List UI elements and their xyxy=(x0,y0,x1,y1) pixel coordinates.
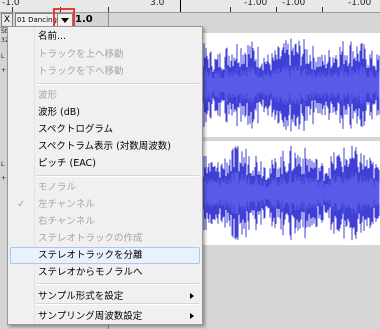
menu-item[interactable]: モノラル xyxy=(10,179,200,196)
menu-item-label: 左チャンネル xyxy=(38,199,95,210)
menu-item-label: 波形 xyxy=(38,90,58,101)
track-info-line: + xyxy=(1,175,7,182)
menu-item-label: ステレオトラックの作成 xyxy=(38,233,143,244)
menu-item[interactable]: ステレオからモノラルへ xyxy=(10,264,200,281)
menu-item[interactable]: 波形 (dB) xyxy=(10,104,200,121)
menu-item[interactable]: サンプリング周波数設定 xyxy=(10,308,200,325)
menu-item[interactable]: ✓ 左チャンネル xyxy=(10,196,200,213)
menu-item[interactable]: トラックを上へ移動 xyxy=(10,46,200,63)
ruler-label: -1.00 xyxy=(244,0,268,8)
ruler-tick xyxy=(230,7,231,12)
menu-separator xyxy=(36,175,199,177)
menu-item[interactable]: ステレオトラックを分離 xyxy=(10,247,200,264)
menu-item-label: ピッチ (EAC) xyxy=(38,158,96,169)
menu-item-label: 右チャンネル xyxy=(38,216,95,227)
menu-item-label: トラックを上へ移動 xyxy=(38,49,124,60)
menu-item-label: 名前... xyxy=(38,31,67,42)
menu-item-label: ステレオトラックを分離 xyxy=(38,250,143,261)
menu-item[interactable]: ステレオトラックの作成 xyxy=(10,230,200,247)
track-info-line: L xyxy=(1,161,5,168)
menu-item[interactable]: トラックを下へ移動 xyxy=(10,63,200,80)
track-info-line: L xyxy=(1,53,5,60)
ruler-tick xyxy=(276,7,277,12)
track-context-menu: 名前... トラックを上へ移動 トラックを下へ移動 波形波形 (dB) スペクトログラム… xyxy=(7,26,203,325)
menu-item-label: スペクトログラム xyxy=(38,124,114,135)
menu-item[interactable]: ピッチ (EAC) xyxy=(10,155,200,172)
menu-separator xyxy=(36,303,199,305)
menu-item-label: 波形 (dB) xyxy=(38,107,80,118)
menu-separator xyxy=(36,283,199,285)
ruler-label: -1.00 xyxy=(282,0,306,8)
menu-item[interactable]: 波形 xyxy=(10,87,200,104)
track-close-button[interactable]: X xyxy=(1,13,13,27)
chevron-right-icon xyxy=(190,313,194,319)
ruler-label: -1.0 xyxy=(2,0,20,8)
menu-item[interactable]: 名前... xyxy=(10,28,200,45)
ruler-tick xyxy=(108,7,109,12)
menu-separator xyxy=(36,83,199,85)
ruler-label: -1.00 xyxy=(348,0,372,8)
menu-item[interactable]: スペクトログラム xyxy=(10,121,200,138)
menu-item[interactable]: 右チャンネル xyxy=(10,213,200,230)
menu-item-label: スペクトラム表示 (対数周波数) xyxy=(38,141,171,152)
track-rate-label: 1.0 xyxy=(75,14,93,25)
ruler-label: 3.0 xyxy=(150,0,165,8)
playhead-marker[interactable] xyxy=(180,0,181,12)
ruler-tick xyxy=(322,7,323,12)
menu-item-label: トラックを下へ移動 xyxy=(38,66,124,77)
checkmark-icon: ✓ xyxy=(17,199,26,210)
menu-item-label: モノラル xyxy=(38,182,77,193)
chevron-right-icon xyxy=(190,293,194,299)
ruler-tick xyxy=(12,7,13,12)
menu-item-label: ステレオからモノラルへ xyxy=(38,267,143,278)
track-info-line: + xyxy=(1,67,7,74)
menu-item-label: サンプリング周波数設定 xyxy=(38,311,143,322)
menu-item[interactable]: スペクトラム表示 (対数周波数) xyxy=(10,138,200,155)
